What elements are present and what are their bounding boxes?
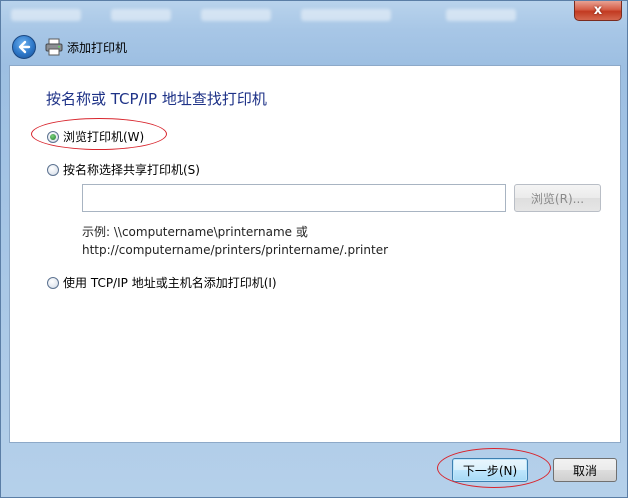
blurred-title-text (201, 9, 271, 21)
cancel-button[interactable]: 取消 (553, 458, 617, 482)
blurred-title-text (446, 9, 516, 21)
radio-tcpip-printer[interactable] (47, 277, 59, 289)
option-label-tcpip-printer[interactable]: 使用 TCP/IP 地址或主机名添加打印机(I) (63, 274, 277, 291)
page-heading: 按名称或 TCP/IP 地址查找打印机 (46, 90, 267, 108)
back-button[interactable] (12, 35, 36, 59)
option-label-select-shared-printer[interactable]: 按名称选择共享打印机(S) (63, 161, 200, 178)
radio-browse-printer[interactable] (47, 131, 59, 143)
window-header-title: 添加打印机 (67, 41, 128, 55)
blurred-title-text (111, 9, 171, 21)
printer-icon (45, 38, 63, 56)
browse-button: 浏览(R)... (514, 184, 601, 212)
title-bar: x (1, 1, 628, 29)
next-button[interactable]: 下一步(N) (452, 458, 528, 482)
radio-select-shared-printer[interactable] (47, 164, 59, 176)
back-arrow-icon (18, 40, 31, 54)
blurred-title-text (301, 9, 391, 21)
option-label-browse-printer[interactable]: 浏览打印机(W) (63, 128, 144, 145)
blurred-title-text (11, 9, 81, 21)
close-button[interactable]: x (574, 1, 622, 21)
close-icon: x (593, 3, 603, 18)
shared-printer-name-input[interactable] (82, 184, 506, 212)
example-line-2: http://computername/printers/printername… (82, 243, 389, 257)
example-line-1: 示例: \\computername\printername 或 (82, 225, 308, 239)
example-text: 示例: \\computername\printername 或 http://… (82, 223, 388, 259)
add-printer-window: x 添加打印机 按名称或 TCP/IP 地址查找打印机 浏览打印机(W) 按名称… (0, 0, 628, 498)
